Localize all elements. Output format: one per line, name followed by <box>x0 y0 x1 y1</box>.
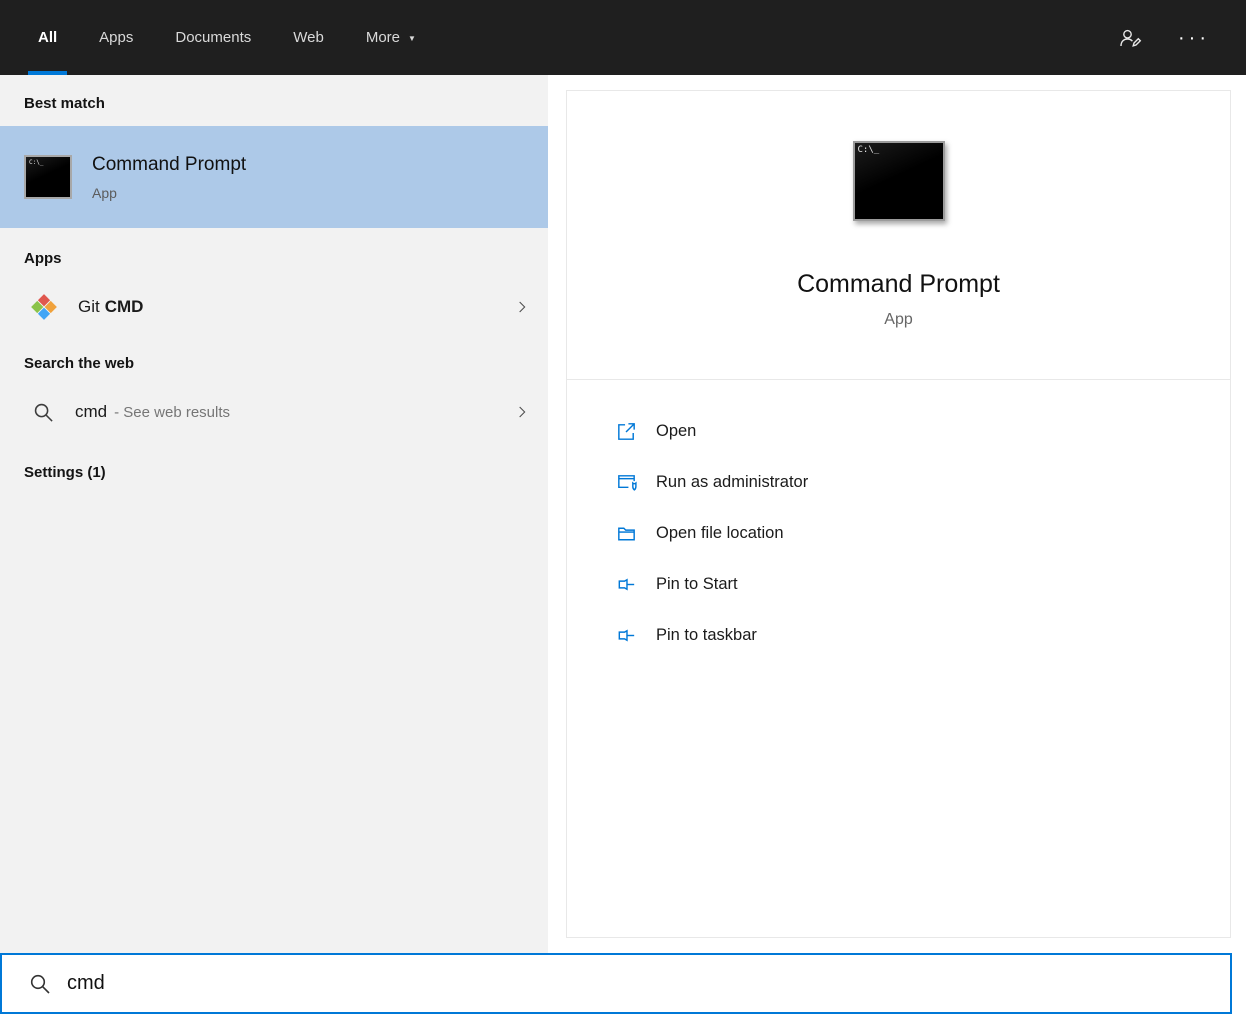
preview-title: Command Prompt <box>797 270 1000 298</box>
action-list: Open Run as administrator Open file loca… <box>567 406 1230 661</box>
tab-documents-label: Documents <box>175 29 252 46</box>
more-options-icon[interactable]: ··· <box>1178 28 1210 48</box>
topbar-right-icons: ··· <box>1118 0 1210 75</box>
action-open[interactable]: Open <box>567 406 1230 457</box>
web-section-header: Search the web <box>24 355 135 372</box>
tab-all-label: All <box>38 29 58 46</box>
user-account-icon[interactable] <box>1118 26 1142 50</box>
action-open-location-label: Open file location <box>656 524 784 542</box>
result-git-cmd[interactable]: Git CMD <box>0 281 548 333</box>
search-icon <box>28 972 52 996</box>
preview-subtitle: App <box>884 311 913 328</box>
apps-section-header: Apps <box>24 250 62 267</box>
tab-web[interactable]: Web <box>283 0 334 75</box>
action-run-admin-label: Run as administrator <box>656 473 809 491</box>
search-icon <box>32 401 55 424</box>
command-prompt-icon-large: C:\_ <box>852 141 945 221</box>
divider <box>567 379 1230 380</box>
chevron-right-icon[interactable] <box>514 404 530 420</box>
best-match-subtitle: App <box>92 184 117 201</box>
tab-apps[interactable]: Apps <box>89 0 143 75</box>
web-hint: - See web results <box>114 404 231 421</box>
windows-search-flyout: All Apps Documents Web More ▼ ··· Best ma… <box>0 0 1246 1016</box>
action-run-as-administrator[interactable]: Run as administrator <box>567 457 1230 508</box>
web-search-label: cmd - See web results <box>75 402 230 422</box>
action-pin-to-start[interactable]: Pin to Start <box>567 559 1230 610</box>
best-match-result[interactable]: C:\_ Command Prompt App <box>0 126 548 228</box>
cmd-icon-glyph: C:\_ <box>857 145 880 155</box>
best-match-title: Command Prompt <box>92 153 247 175</box>
tab-apps-label: Apps <box>99 29 134 46</box>
preview-panel: C:\_ Command Prompt App Open Run as admi… <box>566 90 1231 938</box>
action-pin-taskbar-label: Pin to taskbar <box>656 626 757 644</box>
search-bar[interactable] <box>0 953 1232 1014</box>
tab-more[interactable]: More ▼ <box>356 0 426 75</box>
action-open-file-location[interactable]: Open file location <box>567 508 1230 559</box>
pin-icon <box>615 624 638 647</box>
open-icon <box>615 420 638 443</box>
git-label-match: CMD <box>104 297 144 316</box>
search-input[interactable] <box>67 972 1167 995</box>
pin-icon <box>615 573 638 596</box>
results-panel: Best match C:\_ Command Prompt App Apps <box>0 75 548 953</box>
action-pin-start-label: Pin to Start <box>656 575 738 593</box>
preview-header: C:\_ Command Prompt App <box>567 91 1230 329</box>
git-cmd-label: Git CMD <box>78 297 143 317</box>
folder-icon <box>615 522 638 545</box>
tab-web-label: Web <box>293 29 324 46</box>
chevron-right-icon[interactable] <box>514 299 530 315</box>
command-prompt-icon: C:\_ <box>24 155 72 199</box>
cmd-icon-glyph: C:\_ <box>29 159 44 166</box>
settings-section-header: Settings (1) <box>24 464 106 481</box>
admin-shield-icon <box>615 471 638 494</box>
search-filter-bar: All Apps Documents Web More ▼ ··· <box>0 0 1246 75</box>
result-web-search[interactable]: cmd - See web results <box>0 386 548 438</box>
action-pin-to-taskbar[interactable]: Pin to taskbar <box>567 610 1230 661</box>
action-open-label: Open <box>656 422 697 440</box>
best-match-header: Best match <box>24 95 105 112</box>
tab-more-label: More <box>365 29 401 46</box>
git-label-prefix: Git <box>78 297 100 316</box>
tab-all[interactable]: All <box>28 0 68 75</box>
chevron-down-icon: ▼ <box>408 34 416 43</box>
filter-tabs: All Apps Documents Web More ▼ <box>0 0 448 75</box>
tab-documents[interactable]: Documents <box>165 0 261 75</box>
git-icon <box>30 293 58 321</box>
best-match-text: Command Prompt App <box>92 154 246 201</box>
web-query: cmd <box>75 402 108 421</box>
